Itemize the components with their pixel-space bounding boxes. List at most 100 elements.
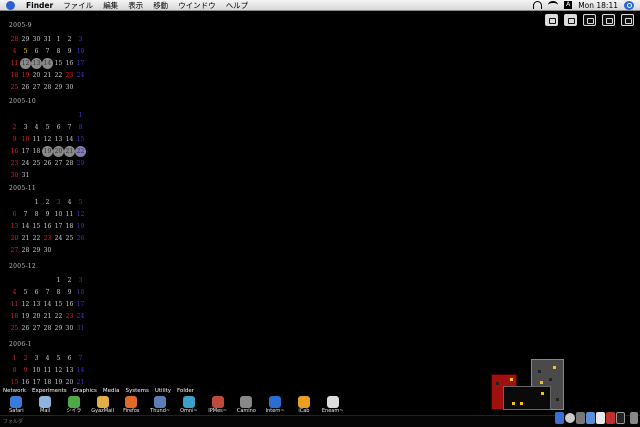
calendar-day: 16 bbox=[65, 60, 74, 67]
shelf-tab[interactable]: Systems bbox=[124, 388, 149, 394]
dock-app[interactable]: Omni~ bbox=[177, 395, 202, 415]
calendar-day: 1 bbox=[56, 36, 61, 43]
calendar-day: 15 bbox=[10, 379, 19, 386]
photo-icon[interactable] bbox=[606, 411, 615, 424]
dock-app-label: Omni~ bbox=[180, 408, 198, 414]
calendar-day: 5 bbox=[78, 199, 83, 206]
menu-app-finder[interactable]: Finder bbox=[21, 0, 58, 11]
input-method-indicator[interactable]: A bbox=[564, 1, 573, 9]
calendar-day: 7 bbox=[45, 289, 50, 296]
calendar-day: 22 bbox=[32, 235, 41, 242]
apple-menu-icon[interactable] bbox=[6, 0, 15, 10]
calendar-day: 30 bbox=[32, 36, 41, 43]
calendar-day: 2 bbox=[67, 36, 72, 43]
shelf-tab[interactable]: Folder bbox=[176, 388, 195, 394]
calendar-day: 29 bbox=[76, 160, 85, 167]
shelf-tab[interactable]: Network bbox=[2, 388, 27, 394]
calendar-day: 17 bbox=[21, 148, 30, 155]
calendar-day: 9 bbox=[67, 289, 72, 296]
textedit-icon[interactable] bbox=[596, 411, 605, 424]
calendar-day bbox=[53, 112, 64, 120]
calendar-day: 27 bbox=[54, 160, 63, 167]
calendar-day: 13 bbox=[31, 58, 42, 69]
wifi-icon[interactable] bbox=[548, 1, 559, 9]
calendar-grid: 28 29 30 31 1 2 3 4 5 6 7 8 9 10 11 12 13 14 15 16 17 18 19 20 2… bbox=[9, 36, 87, 92]
calendar-grid: 1 2 3 4 5 6 7 8 9 10 11 12 13 14 15 16 17 18 19 20 21 22 23 24 2… bbox=[9, 277, 87, 333]
calendar-day: 3 bbox=[23, 124, 28, 131]
dock-app[interactable]: GyazMail bbox=[90, 395, 115, 415]
calendar-month-title: 2005-10 bbox=[9, 98, 37, 105]
app-icon bbox=[182, 396, 195, 408]
calendar-month-title: 2005-9 bbox=[9, 22, 32, 29]
calendar-day: 22 bbox=[54, 72, 63, 79]
menu-clock[interactable]: Mon 18:11 bbox=[578, 1, 618, 10]
calendar-day: 20 bbox=[65, 379, 74, 386]
shelf-tab[interactable]: Graphics bbox=[72, 388, 98, 394]
preview-icon[interactable] bbox=[586, 411, 595, 424]
calendar-day bbox=[9, 277, 20, 285]
clock-icon[interactable] bbox=[565, 412, 575, 423]
headphones-icon[interactable] bbox=[533, 1, 543, 9]
dock-app[interactable]: Safari bbox=[4, 395, 29, 415]
spotlight-icon[interactable] bbox=[624, 0, 634, 10]
calendar-day: 4 bbox=[67, 199, 72, 206]
calendar-day: 4 bbox=[12, 48, 17, 55]
shelf-tab[interactable]: Media bbox=[102, 388, 121, 394]
calendar-day bbox=[31, 277, 42, 285]
document-icon[interactable] bbox=[583, 14, 596, 26]
calendar-day: 27 bbox=[10, 247, 19, 254]
dock-app[interactable]: Camino bbox=[234, 395, 259, 415]
calendar-day: 3 bbox=[78, 277, 83, 284]
calendar-day: 29 bbox=[21, 36, 30, 43]
finder-icon[interactable] bbox=[555, 411, 564, 424]
dock-app[interactable]: Thund~ bbox=[148, 395, 173, 415]
calendar-day: 24 bbox=[21, 160, 30, 167]
calendar-day: 27 bbox=[32, 325, 41, 332]
menu-view[interactable]: 表示 bbox=[123, 0, 148, 11]
dock-app[interactable]: Intern~ bbox=[263, 395, 288, 415]
calendar-day: 11 bbox=[43, 367, 52, 374]
shelf-tab[interactable]: Utility bbox=[154, 388, 172, 394]
dock-app-label: Intern~ bbox=[265, 408, 285, 414]
calendar-day: 18 bbox=[43, 379, 52, 386]
calendar-day: 14 bbox=[43, 301, 52, 308]
dock-app-label: Eneam~ bbox=[321, 408, 344, 414]
menu-edit[interactable]: 編集 bbox=[98, 0, 123, 11]
dock-app[interactable]: Firefox bbox=[119, 395, 144, 415]
calendar-day: 2 bbox=[23, 355, 28, 362]
calendar-day: 9 bbox=[23, 367, 28, 374]
calendar-day: 22 bbox=[75, 146, 86, 157]
dock-app[interactable]: Mail bbox=[33, 395, 58, 415]
menu-window[interactable]: ウインドウ bbox=[173, 0, 221, 11]
calendar-month: 2005-12 1 2 3 4 5 6 7 8 9 10 11 12 13 14 15 16 17 18 19 20 21… bbox=[9, 263, 87, 333]
dock-app[interactable]: iCab bbox=[292, 395, 317, 415]
document-icon[interactable] bbox=[602, 14, 615, 26]
calendar-day: 10 bbox=[21, 136, 30, 143]
calendar-day: 9 bbox=[12, 136, 17, 143]
terminal-icon[interactable] bbox=[616, 411, 625, 424]
calendar-day: 5 bbox=[23, 48, 28, 55]
calendar-day: 23 bbox=[43, 235, 52, 242]
calendar-day: 10 bbox=[32, 367, 41, 374]
calendar-day: 3 bbox=[56, 199, 61, 206]
folder-icon[interactable] bbox=[545, 14, 558, 26]
calendar-day: 11 bbox=[10, 60, 19, 67]
trash-icon[interactable] bbox=[630, 411, 638, 424]
menu-help[interactable]: ヘルプ bbox=[221, 0, 254, 11]
calendar-day bbox=[31, 112, 42, 120]
document-icon[interactable] bbox=[621, 14, 634, 26]
shelf-tab[interactable]: Experiments bbox=[31, 388, 68, 394]
dock-app[interactable]: シイラ bbox=[62, 395, 87, 415]
calendar-day: 11 bbox=[65, 211, 74, 218]
menu-go[interactable]: 移動 bbox=[148, 0, 173, 11]
calendar-day bbox=[9, 112, 20, 120]
dock-app[interactable]: IPMes~ bbox=[205, 395, 230, 415]
menu-file[interactable]: ファイル bbox=[58, 0, 98, 11]
window-icon[interactable] bbox=[564, 14, 577, 26]
dock-app[interactable]: Eneam~ bbox=[320, 395, 345, 415]
calendar-day: 7 bbox=[78, 355, 83, 362]
calendar-day: 3 bbox=[78, 36, 83, 43]
calendar-day bbox=[64, 112, 75, 120]
system-preferences-icon[interactable] bbox=[576, 411, 585, 424]
calendar-day: 8 bbox=[78, 124, 83, 131]
